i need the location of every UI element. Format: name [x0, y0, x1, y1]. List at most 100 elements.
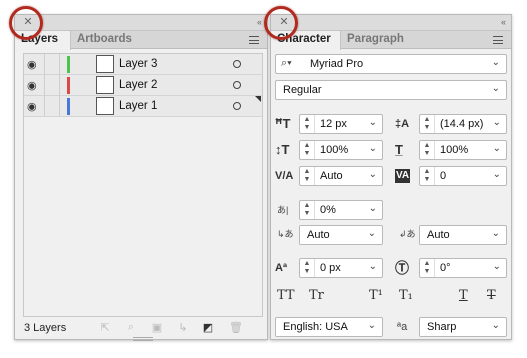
panel-menu-icon[interactable]	[493, 36, 503, 44]
stepper-icon[interactable]: ▲ ▼	[422, 260, 432, 276]
collapse-icon[interactable]: ‹‹	[257, 17, 262, 27]
chevron-down-icon: ⌄	[368, 169, 377, 180]
stepper-icon[interactable]: ▲ ▼	[302, 260, 312, 276]
make-clipping-mask-icon[interactable]: ▣	[151, 321, 163, 334]
layers-list: ◉ Layer 3 ◉ Layer 2 ◉ Layer 1	[23, 53, 263, 317]
lock-toggle[interactable]	[44, 96, 45, 117]
collapse-icon[interactable]: ‹‹	[501, 17, 506, 27]
aki-left-value: Auto	[307, 229, 330, 241]
baseline-shift-field[interactable]: ▲ ▼ 0 px ⌄	[299, 258, 383, 278]
stepper-icon[interactable]: ▲ ▼	[302, 142, 312, 158]
subscript-button[interactable]: T₁	[399, 288, 413, 303]
chevron-down-icon: ⌄	[368, 143, 377, 154]
stepper-icon[interactable]: ▲ ▼	[302, 168, 312, 184]
stepper-icon[interactable]: ▲ ▼	[422, 168, 432, 184]
layer-name[interactable]: Layer 3	[119, 58, 157, 70]
font-style-value: Regular	[283, 84, 322, 96]
baseline-shift-icon: Aª	[275, 262, 288, 274]
close-highlight-ring	[9, 6, 43, 40]
delete-icon[interactable]: 🗑	[229, 321, 243, 334]
vertical-scale-icon: ↕T	[275, 142, 290, 157]
stepper-icon[interactable]: ▲ ▼	[302, 116, 312, 132]
chevron-down-icon: ⌄	[491, 320, 500, 331]
chevron-down-icon: ⌄	[368, 203, 377, 214]
close-highlight-ring	[264, 6, 298, 40]
chevron-down-icon: ⌄	[491, 83, 500, 94]
layer-color-strip	[67, 77, 70, 94]
chevron-down-icon: ⌄	[491, 57, 500, 68]
stepper-icon[interactable]: ▲ ▼	[422, 142, 432, 158]
font-family-value: Myriad Pro	[310, 58, 364, 70]
font-style-dropdown[interactable]: Regular ⌄	[275, 80, 507, 100]
horizontal-scale-icon: T̲	[395, 142, 403, 157]
strikethrough-button[interactable]: T	[487, 288, 496, 303]
tracking-field[interactable]: ▲ ▼ 0 ⌄	[419, 166, 507, 186]
new-sublayer-icon[interactable]: ↳	[177, 321, 189, 334]
chevron-down-icon: ⌄	[367, 228, 376, 239]
small-caps-button[interactable]: Tr	[309, 288, 324, 303]
resize-grip[interactable]	[133, 337, 153, 341]
visibility-eye-icon[interactable]: ◉	[27, 100, 37, 113]
superscript-button[interactable]: T¹	[369, 288, 383, 303]
horizontal-scale-field[interactable]: ▲ ▼ 100% ⌄	[419, 140, 507, 160]
target-circle-icon[interactable]	[233, 60, 241, 68]
stepper-icon[interactable]: ▲ ▼	[302, 202, 312, 218]
layer-row[interactable]: ◉ Layer 1	[24, 96, 262, 117]
character-title-bar[interactable]: ✕ ‹‹	[271, 15, 511, 31]
new-layer-icon[interactable]: ◩	[202, 321, 214, 334]
kerning-value: Auto	[320, 170, 343, 182]
font-size-field[interactable]: ▲ ▼ 12 px ⌄	[299, 114, 383, 134]
layer-name[interactable]: Layer 2	[119, 79, 157, 91]
chevron-down-icon: ⌄	[491, 228, 500, 239]
target-circle-icon[interactable]	[233, 81, 241, 89]
selection-indicator-icon	[255, 96, 261, 102]
layers-title-bar[interactable]: ✕ ‹‹	[15, 15, 267, 31]
visibility-eye-icon[interactable]: ◉	[27, 79, 37, 92]
insert-space-right-icon: ↲あ	[399, 229, 416, 239]
kerning-field[interactable]: ▲ ▼ Auto ⌄	[299, 166, 383, 186]
tab-paragraph[interactable]: Paragraph	[341, 31, 411, 49]
export-icon[interactable]: ⇱	[99, 321, 111, 334]
chevron-down-icon: ⌄	[367, 320, 376, 331]
vertical-scale-value: 100%	[320, 144, 349, 156]
layer-color-strip	[67, 98, 70, 115]
leading-field[interactable]: ▲ ▼ (14.4 px) ⌄	[419, 114, 507, 134]
aki-left-dropdown[interactable]: Auto ⌄	[299, 225, 383, 245]
panel-menu-icon[interactable]	[249, 36, 259, 44]
font-family-dropdown[interactable]: ⌕▾ Myriad Pro ⌄	[275, 54, 507, 74]
layers-tab-bar: Layers Artboards	[15, 31, 267, 50]
aki-right-value: Auto	[427, 229, 450, 241]
layer-name[interactable]: Layer 1	[119, 100, 157, 112]
stepper-icon[interactable]: ▲ ▼	[422, 116, 432, 132]
aki-right-dropdown[interactable]: Auto ⌄	[419, 225, 507, 245]
character-rotation-icon: Ⓣ	[395, 260, 409, 276]
font-size-icon: ꟸT	[275, 116, 291, 131]
all-caps-button[interactable]: TT	[277, 288, 295, 303]
layer-count: 3 Layers	[24, 322, 67, 334]
lock-toggle[interactable]	[44, 75, 45, 96]
character-tab-bar: Character Paragraph	[271, 31, 511, 50]
layer-row[interactable]: ◉ Layer 3	[24, 54, 262, 75]
locate-object-icon[interactable]: ⌕	[125, 321, 137, 334]
divider	[59, 96, 60, 117]
tsume-field[interactable]: ▲ ▼ 0% ⌄	[299, 200, 383, 220]
character-rotation-value: 0°	[440, 262, 451, 274]
character-rotation-field[interactable]: ▲ ▼ 0° ⌄	[419, 258, 507, 278]
layer-row[interactable]: ◉ Layer 2	[24, 75, 262, 96]
chevron-down-icon: ⌄	[492, 261, 501, 272]
target-circle-icon[interactable]	[233, 102, 241, 110]
chevron-down-icon: ⌄	[492, 169, 501, 180]
lock-toggle[interactable]	[44, 54, 45, 75]
layer-thumbnail	[96, 55, 114, 73]
visibility-eye-icon[interactable]: ◉	[27, 58, 37, 71]
baseline-shift-value: 0 px	[320, 262, 341, 274]
underline-button[interactable]: T	[459, 288, 468, 303]
anti-alias-value: Sharp	[427, 321, 457, 333]
vertical-scale-field[interactable]: ▲ ▼ 100% ⌄	[299, 140, 383, 160]
language-dropdown[interactable]: English: USA ⌄	[275, 317, 383, 337]
anti-alias-dropdown[interactable]: Sharp ⌄	[419, 317, 507, 337]
tab-artboards[interactable]: Artboards	[71, 31, 141, 49]
leading-icon: ‡A	[395, 118, 410, 130]
anti-alias-icon: ªa	[397, 321, 408, 333]
leading-value: (14.4 px)	[440, 118, 484, 130]
